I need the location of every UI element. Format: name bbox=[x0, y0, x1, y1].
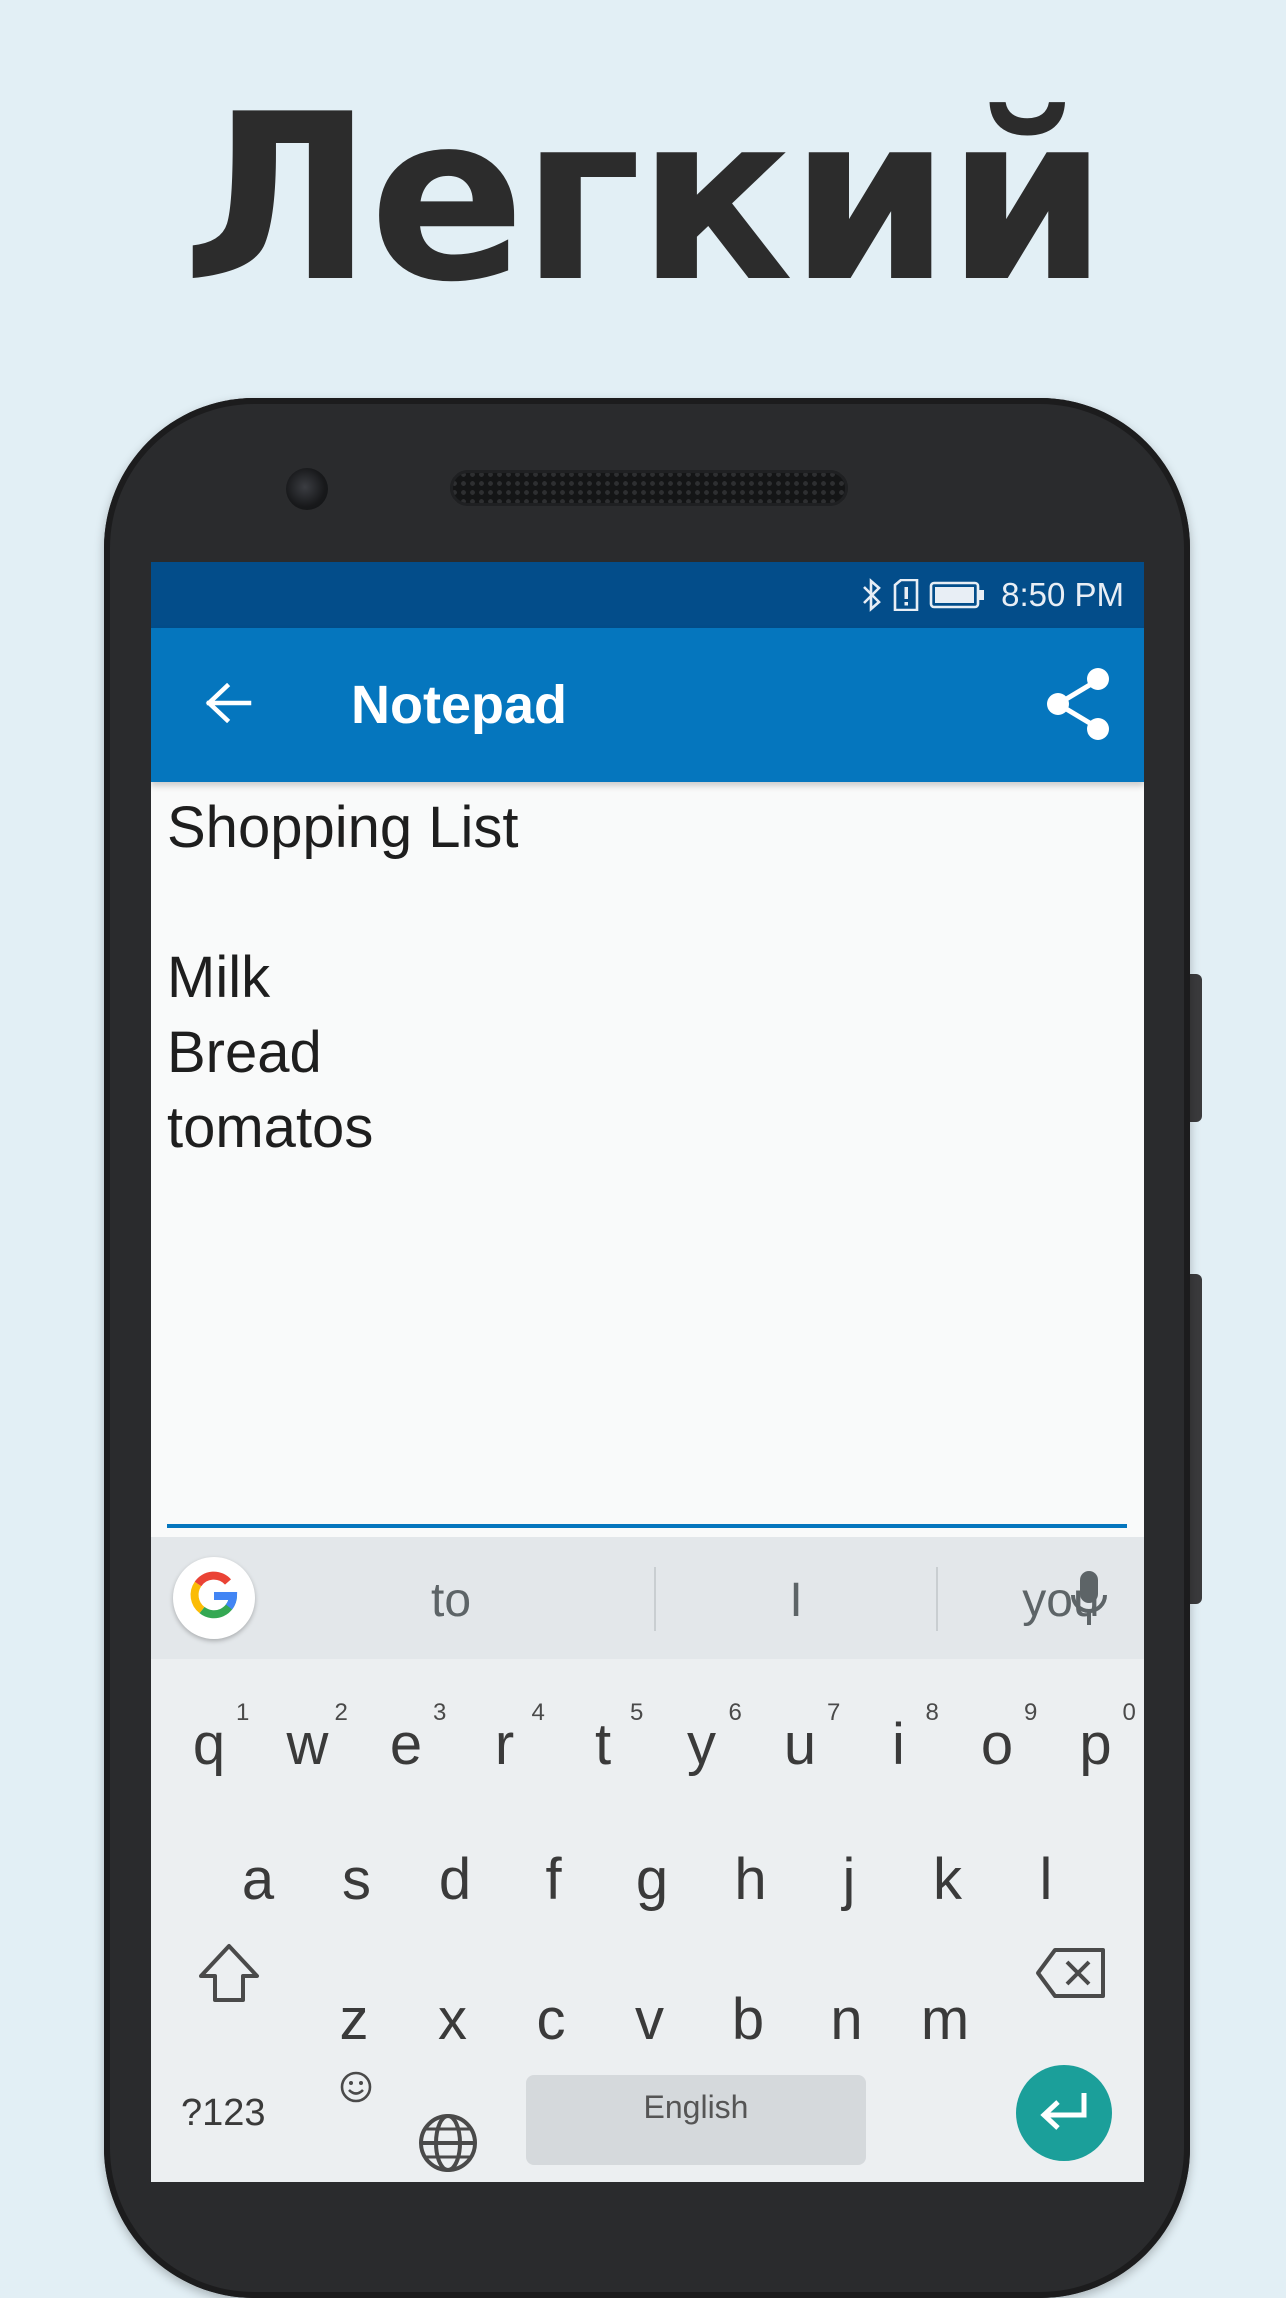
note-editor[interactable]: Shopping List Milk Bread tomatos bbox=[167, 795, 1127, 1528]
status-bar: 8:50 PM bbox=[151, 562, 1144, 628]
key-m[interactable]: m bbox=[897, 1960, 993, 2080]
key-c[interactable]: c bbox=[503, 1960, 599, 2080]
back-button[interactable] bbox=[195, 671, 263, 739]
earpiece-speaker bbox=[450, 470, 848, 506]
key-hint: 8 bbox=[925, 1699, 939, 1726]
headline: Легкий bbox=[182, 66, 1108, 333]
key-hint: 3 bbox=[433, 1699, 447, 1726]
bluetooth-icon bbox=[861, 578, 883, 612]
key-hint: 5 bbox=[630, 1699, 644, 1726]
phone-side-button-power bbox=[1188, 974, 1202, 1122]
key-j[interactable]: j bbox=[801, 1820, 897, 1940]
battery-icon bbox=[929, 581, 985, 609]
keyboard: to I you q1w2e3r4t5y6u7i8o9p0 asdfghjkl … bbox=[151, 1537, 1144, 2182]
key-hint: 2 bbox=[334, 1699, 348, 1726]
backspace-key[interactable] bbox=[1021, 1915, 1121, 2035]
globe-icon bbox=[416, 2111, 480, 2180]
emoji-icon bbox=[339, 2070, 373, 2109]
key-k[interactable]: k bbox=[900, 1820, 996, 1940]
key-hint: 0 bbox=[1122, 1699, 1136, 1726]
app-title: Notepad bbox=[351, 675, 567, 735]
key-hint: 1 bbox=[236, 1699, 250, 1726]
app-bar: Notepad bbox=[151, 628, 1144, 782]
share-icon bbox=[1042, 666, 1114, 747]
phone-side-button-volume bbox=[1188, 1274, 1202, 1604]
microphone-icon bbox=[1069, 1569, 1109, 1633]
key-g[interactable]: g bbox=[604, 1820, 700, 1940]
front-camera bbox=[286, 468, 328, 510]
key-s[interactable]: s bbox=[309, 1820, 405, 1940]
arrow-left-icon bbox=[205, 682, 253, 728]
key-f[interactable]: f bbox=[506, 1820, 602, 1940]
suggestion-1[interactable]: to bbox=[301, 1537, 601, 1659]
key-hint: 4 bbox=[531, 1699, 545, 1726]
google-button[interactable] bbox=[173, 1557, 255, 1639]
key-b[interactable]: b bbox=[700, 1960, 796, 2080]
key-v[interactable]: v bbox=[602, 1960, 698, 2080]
suggestion-strip: to I you bbox=[151, 1537, 1144, 1659]
key-hint: 6 bbox=[728, 1699, 742, 1726]
sim-alert-icon bbox=[893, 579, 919, 611]
suggestion-divider bbox=[654, 1567, 656, 1631]
phone-screen: 8:50 PM Notepad Shopping List Milk Bread… bbox=[151, 562, 1144, 2182]
key-hint: 9 bbox=[1024, 1699, 1038, 1726]
note-line-item: tomatos bbox=[167, 1095, 374, 1160]
space-key[interactable]: English bbox=[526, 2075, 866, 2165]
key-hint: 7 bbox=[827, 1699, 841, 1726]
status-time: 8:50 PM bbox=[1001, 576, 1124, 613]
suggestion-2[interactable]: I bbox=[681, 1537, 911, 1659]
share-button[interactable] bbox=[1038, 666, 1118, 746]
note-line-item: Milk bbox=[167, 945, 271, 1010]
key-z[interactable]: z bbox=[306, 1960, 402, 2080]
symbols-key[interactable]: ?123 bbox=[181, 2092, 266, 2135]
key-x[interactable]: x bbox=[405, 1960, 501, 2080]
voice-input-button[interactable] bbox=[1061, 1569, 1117, 1633]
enter-icon bbox=[1036, 2089, 1092, 2138]
shift-icon bbox=[197, 1943, 261, 2008]
enter-key[interactable] bbox=[1016, 2065, 1112, 2161]
note-line-title: Shopping List bbox=[167, 795, 519, 860]
google-icon bbox=[188, 1570, 240, 1627]
note-line-item: Bread bbox=[167, 1020, 322, 1085]
key-h[interactable]: h bbox=[703, 1820, 799, 1940]
emoji-key[interactable] bbox=[331, 2069, 381, 2109]
language-key[interactable] bbox=[413, 2113, 483, 2175]
key-n[interactable]: n bbox=[799, 1960, 895, 2080]
suggestion-divider bbox=[936, 1567, 938, 1631]
key-d[interactable]: d bbox=[407, 1820, 503, 1940]
shift-key[interactable] bbox=[181, 1915, 277, 2035]
backspace-icon bbox=[1035, 1947, 1107, 2004]
